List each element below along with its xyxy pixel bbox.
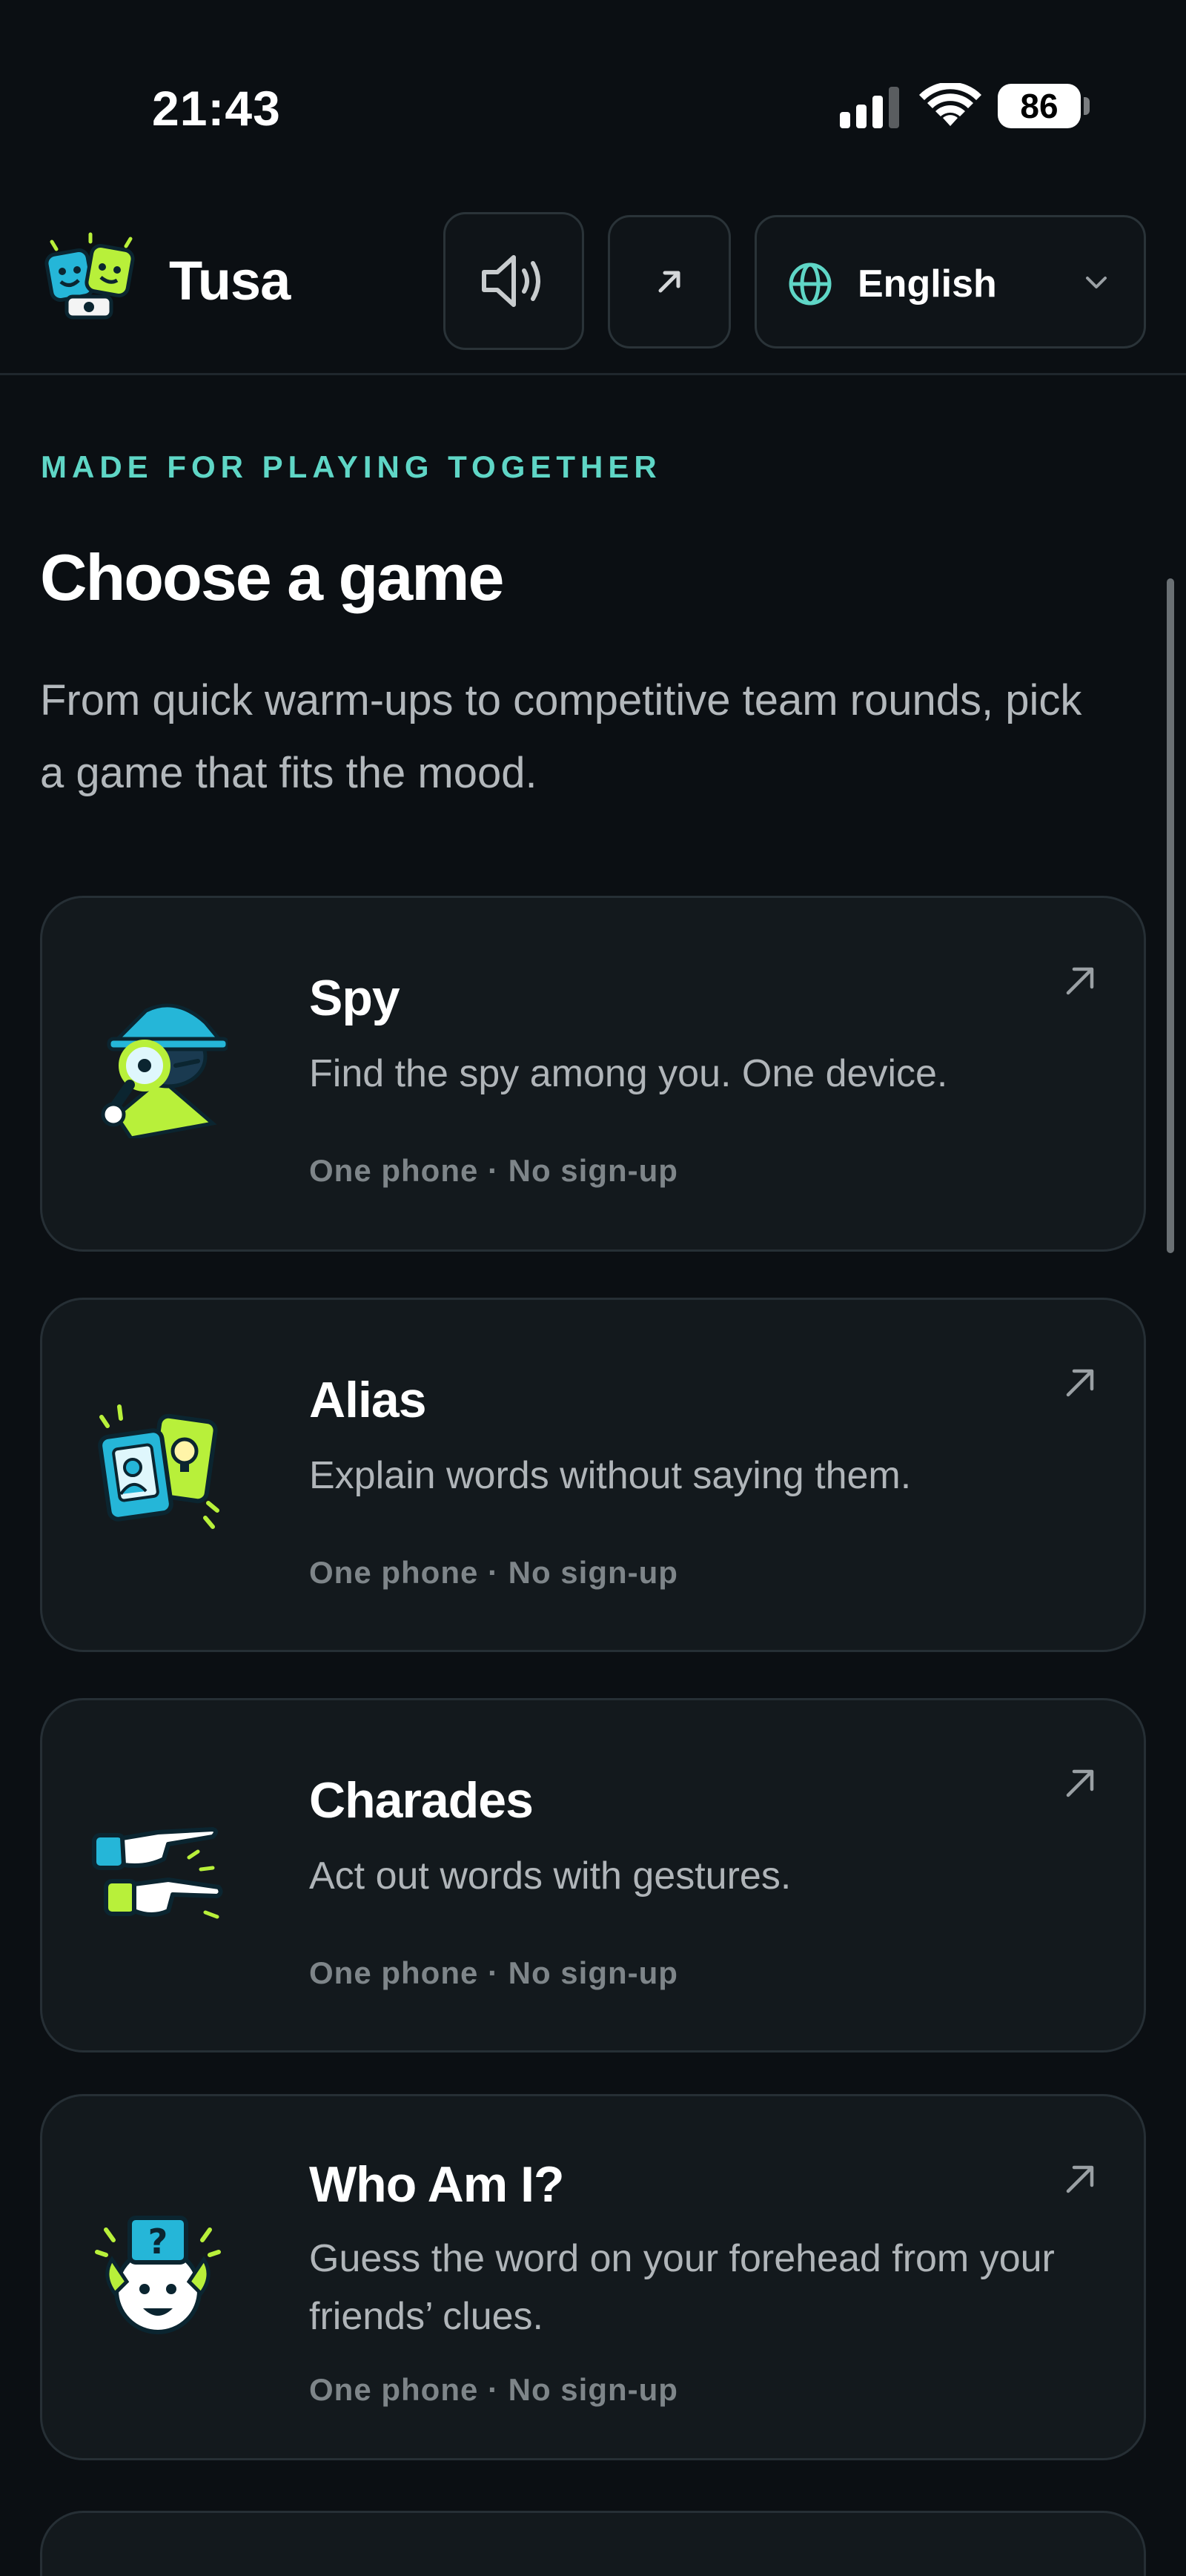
game-meta: One phone · No sign-up bbox=[309, 1955, 678, 1990]
game-title: Who Am I? bbox=[309, 2156, 565, 2213]
game-meta: One phone · No sign-up bbox=[309, 1153, 678, 1188]
app-logo-icon[interactable] bbox=[44, 231, 136, 323]
game-card-charades[interactable]: Charades Act out words with gestures. On… bbox=[40, 1698, 1146, 2052]
game-description: Find the spy among you. One device. bbox=[309, 1052, 948, 1095]
status-time: 21:43 bbox=[152, 81, 281, 136]
game-title: Charades bbox=[309, 1772, 534, 1829]
language-label: English bbox=[858, 262, 997, 306]
speaker-icon bbox=[482, 255, 540, 307]
game-meta: One phone · No sign-up bbox=[309, 2372, 678, 2407]
game-card-spy[interactable]: Spy Find the spy among you. One device. … bbox=[40, 896, 1146, 1252]
share-button[interactable] bbox=[608, 215, 731, 349]
battery-cap bbox=[1084, 97, 1090, 115]
page-title: Choose a game bbox=[40, 541, 504, 614]
game-description: Guess the word on your forehead from you… bbox=[309, 2237, 1055, 2338]
game-picker-screen: 21:43 86 Tusa English MADE FOR PLAYING T… bbox=[0, 0, 1186, 2576]
battery-level: 86 bbox=[1020, 87, 1059, 125]
alias-cards-icon bbox=[98, 1404, 219, 1529]
svg-text:?: ? bbox=[148, 2222, 168, 2262]
game-card-alias[interactable]: Alias Explain words without saying them.… bbox=[40, 1298, 1146, 1652]
wifi-icon bbox=[919, 83, 981, 126]
game-card-who-am-i[interactable]: ? Who Am I? Guess the word on your foreh… bbox=[40, 2094, 1146, 2460]
game-title: Alias bbox=[309, 1372, 427, 1428]
cellular-signal-icon bbox=[840, 87, 899, 128]
game-meta: One phone · No sign-up bbox=[309, 1555, 678, 1590]
status-bar: 21:43 86 bbox=[0, 0, 1186, 200]
page-subtitle: From quick warm-ups to competitive team … bbox=[40, 676, 1082, 797]
arrow-up-right-icon bbox=[658, 271, 680, 293]
app-name[interactable]: Tusa bbox=[169, 249, 291, 312]
game-title: Spy bbox=[309, 970, 400, 1026]
arrow-up-right-icon bbox=[1066, 1369, 1094, 1397]
game-description: Act out words with gestures. bbox=[309, 1855, 792, 1898]
scrollbar[interactable] bbox=[1167, 578, 1174, 1253]
who-am-i-icon: ? bbox=[95, 2216, 221, 2334]
arrow-up-right-icon bbox=[1066, 1769, 1094, 1797]
spy-icon bbox=[101, 1003, 228, 1138]
arrow-up-right-icon bbox=[1066, 967, 1094, 995]
game-description: Explain words without saying them. bbox=[309, 1454, 912, 1497]
arrow-up-right-icon bbox=[1066, 2165, 1094, 2193]
game-card-next[interactable] bbox=[40, 2511, 1146, 2576]
eyebrow-label: MADE FOR PLAYING TOGETHER bbox=[41, 449, 662, 484]
battery-indicator: 86 bbox=[998, 84, 1090, 128]
sound-toggle-button[interactable] bbox=[443, 212, 584, 350]
charades-hands-icon bbox=[92, 1827, 223, 1919]
chevron-down-icon bbox=[1086, 277, 1107, 288]
language-select[interactable]: English bbox=[755, 215, 1146, 349]
globe-icon bbox=[789, 262, 832, 306]
